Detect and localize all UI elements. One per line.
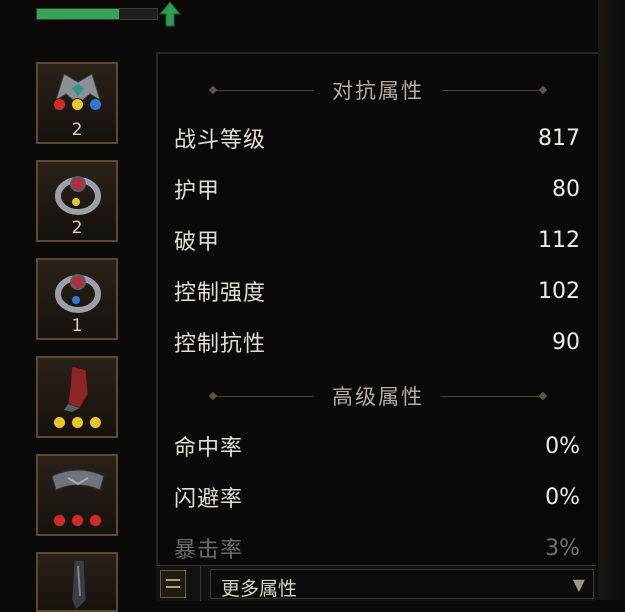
stat-row-control-resist: 控制抗性 90 <box>174 324 580 360</box>
ring-icon <box>55 176 101 215</box>
experience-bar-fill <box>37 9 119 19</box>
ornament-divider <box>442 395 542 397</box>
stat-name: 战斗等级 <box>174 128 267 153</box>
red-gem-icon <box>52 98 66 111</box>
section-title: 高级属性 <box>332 385 424 409</box>
stat-row-hit-rate: 命中率 0% <box>174 428 580 464</box>
red-gem-icon <box>52 514 66 527</box>
stat-value: 817 <box>538 125 580 151</box>
section-header-resist: 对抗属性 <box>158 74 598 106</box>
stat-value: 3% <box>545 535 580 561</box>
stat-value: 112 <box>538 227 580 253</box>
equipment-slot-boots[interactable] <box>36 552 118 612</box>
boots-icon <box>71 560 87 610</box>
attributes-list-icon[interactable] <box>160 570 186 598</box>
yellow-gem-icon <box>88 416 102 429</box>
gem-sockets <box>38 514 116 527</box>
section-header-advanced: 高级属性 <box>158 380 598 412</box>
ring-icon <box>55 274 101 313</box>
scene-background-edge <box>598 0 625 600</box>
gauntlet-icon <box>64 365 89 412</box>
red-gem-icon <box>70 514 84 527</box>
stat-row-control-strength: 控制强度 102 <box>174 273 580 309</box>
slot-count: 2 <box>71 218 83 238</box>
divider <box>200 566 201 601</box>
equipment-slot-gauntlet[interactable] <box>36 356 118 438</box>
equipment-slot-helmet[interactable]: 2 <box>36 62 118 144</box>
more-attributes-label: 更多属性 <box>221 578 298 600</box>
stat-row-armor: 护甲 80 <box>174 171 580 207</box>
ornament-divider <box>214 89 314 91</box>
stat-value: 102 <box>538 278 580 304</box>
stat-row-combat-level: 战斗等级 817 <box>174 120 580 156</box>
gem-sockets <box>38 98 116 111</box>
equipment-slot-ring-1[interactable]: 2 <box>36 160 118 242</box>
stat-name: 控制抗性 <box>174 332 267 357</box>
section-title: 对抗属性 <box>332 79 424 103</box>
yellow-gem-icon <box>70 416 84 429</box>
stat-row-dodge-rate: 闪避率 0% <box>174 479 580 515</box>
attribute-panel: 对抗属性 战斗等级 817 护甲 80 破甲 112 控制强度 102 控制抗性… <box>156 52 600 574</box>
chevron-down-icon: ▼ <box>572 575 585 594</box>
blue-gem-icon <box>88 98 102 111</box>
ornament-divider <box>214 395 314 397</box>
level-up-arrow-icon[interactable] <box>150 0 190 28</box>
ornament-divider <box>442 89 542 91</box>
more-attributes-dropdown[interactable]: 更多属性 ▼ <box>210 569 594 600</box>
stat-name: 控制强度 <box>174 281 267 306</box>
yellow-gem-icon <box>70 98 84 111</box>
gem-sockets <box>38 416 116 429</box>
equipment-slot-column: 2 2 1 <box>0 50 150 612</box>
slot-count: 2 <box>71 120 83 140</box>
stat-value: 0% <box>545 433 580 459</box>
stat-row-armor-break: 破甲 112 <box>174 222 580 258</box>
equipment-slot-belt[interactable] <box>36 454 118 536</box>
equipment-slot-ring-2[interactable]: 1 <box>36 258 118 340</box>
stat-value: 0% <box>545 484 580 510</box>
slot-count: 1 <box>71 316 83 336</box>
more-attributes-bar: 更多属性 ▼ <box>156 565 596 601</box>
yellow-gem-icon <box>52 416 66 429</box>
stat-row-crit-rate: 暴击率 3% <box>174 530 580 566</box>
stat-name: 命中率 <box>174 436 244 461</box>
stat-name: 破甲 <box>174 230 221 255</box>
experience-bar <box>36 8 158 20</box>
stat-value: 90 <box>552 329 580 355</box>
stat-name: 暴击率 <box>174 538 244 563</box>
stat-name: 闪避率 <box>174 487 244 512</box>
belt-icon <box>51 469 105 491</box>
stat-name: 护甲 <box>174 179 221 204</box>
stat-value: 80 <box>552 176 580 202</box>
red-gem-icon <box>88 514 102 527</box>
